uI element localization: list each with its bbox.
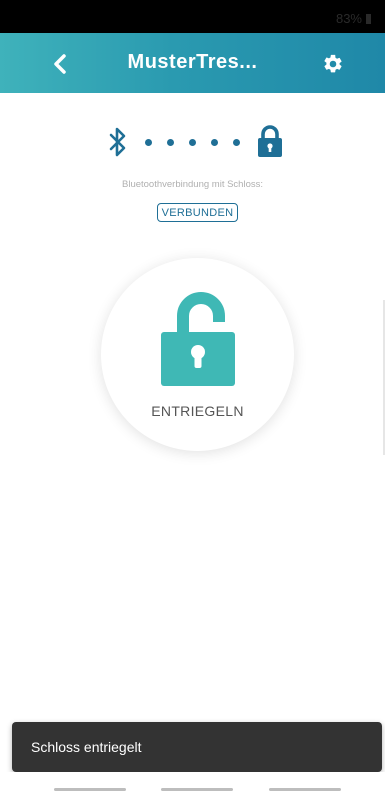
- battery-percentage: 83%: [335, 11, 362, 26]
- connection-label: Bluetoothverbindung mit Schloss:: [122, 179, 263, 190]
- back-button[interactable]: [45, 49, 75, 79]
- bluetooth-icon: [109, 127, 126, 157]
- snackbar: Schloss entriegelt: [12, 722, 382, 772]
- snackbar-message: Schloss entriegelt: [31, 739, 142, 755]
- connection-dot: [233, 139, 240, 146]
- unlock-label: ENTRIEGELN: [151, 403, 244, 419]
- connection-status-badge: VERBUNDEN: [157, 203, 238, 222]
- page-title: MusterTres...: [127, 51, 258, 73]
- connection-dot: [145, 139, 152, 146]
- gear-icon: [324, 54, 342, 73]
- chevron-left-icon: [54, 54, 66, 74]
- connection-dot: [167, 139, 174, 146]
- connection-dot: [189, 139, 196, 146]
- lock-icon: [258, 125, 282, 157]
- system-navigation-bar: [0, 772, 385, 792]
- unlocked-padlock-icon: [161, 292, 235, 386]
- status-bar: 83%: [0, 0, 385, 33]
- nav-back-button[interactable]: [269, 788, 341, 791]
- battery-icon: [366, 13, 371, 24]
- connection-indicator: [108, 123, 288, 161]
- nav-home-button[interactable]: [161, 788, 233, 791]
- connection-dot: [211, 139, 218, 146]
- settings-button[interactable]: [318, 49, 348, 79]
- app-bar: MusterTres...: [0, 33, 385, 93]
- battery-indicator: 83%: [336, 11, 371, 26]
- unlock-button[interactable]: ENTRIEGELN: [101, 258, 294, 451]
- nav-recents-button[interactable]: [54, 788, 126, 791]
